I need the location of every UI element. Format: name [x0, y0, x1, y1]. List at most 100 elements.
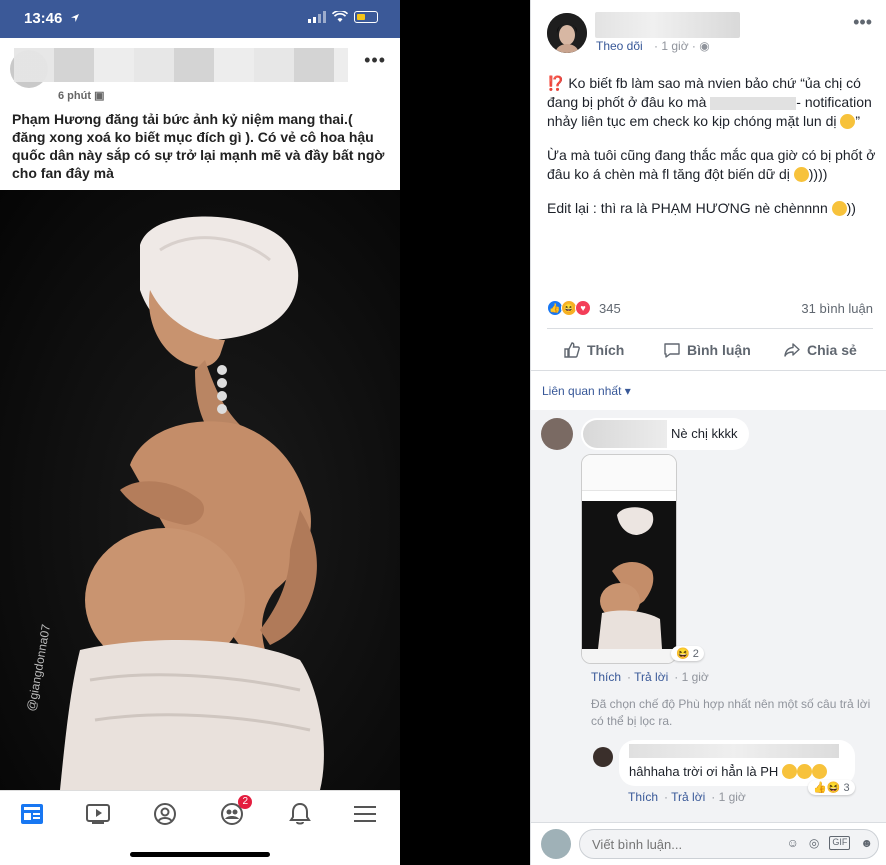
comments-section: Nè chị kkkk 😆 2 Thích · Trả lời · 1 giờ … — [531, 410, 886, 865]
replier-name-blurred[interactable] — [629, 744, 839, 758]
wifi-icon — [332, 11, 348, 22]
status-time: 13:46 — [24, 10, 63, 27]
post-paragraph-2: Ừa mà tuôi cũng đang thắc mắc qua giờ có… — [547, 147, 876, 182]
smile-emoji-icon — [793, 167, 809, 182]
battery-icon — [354, 11, 378, 23]
post-photo[interactable]: @giangdonna07 — [0, 190, 400, 790]
status-bar: 13:46 — [0, 0, 400, 38]
poster-name-blurred[interactable] — [595, 12, 740, 38]
comment-bubble-icon — [664, 343, 680, 358]
comment-bubble: Nè chị kkkk — [581, 418, 749, 450]
globe-icon: ◉ — [699, 39, 710, 53]
reaction-summary[interactable]: 👍 😆 ♥ 345 31 bình luận — [547, 300, 873, 320]
post-paragraph-3: Edit lại : thì ra là PHẠM HƯƠNG nè chènn… — [547, 200, 856, 216]
post-paragraph-1: ⁉️ Ko biết fb làm sao mà nvien bảo chứ “… — [547, 75, 872, 129]
home-indicator — [130, 852, 270, 857]
comment-button[interactable]: Bình luận — [663, 341, 751, 359]
nav-profile[interactable] — [145, 799, 185, 829]
mini-photo-illustration — [598, 507, 662, 649]
smile-emoji-icon — [831, 201, 847, 216]
reply-reaction-badge[interactable]: 👍😆 3 — [808, 780, 855, 795]
reply-reply-link[interactable]: Trả lời — [671, 790, 705, 804]
news-feed-icon — [21, 804, 43, 824]
reaction-count: 345 — [599, 301, 621, 316]
poster-avatar[interactable] — [547, 13, 587, 53]
love-reaction-icon: ♥ — [575, 300, 591, 316]
caret-down-icon: ▾ — [624, 384, 631, 398]
current-user-avatar[interactable] — [541, 829, 571, 859]
status-icons — [308, 11, 378, 23]
emoji-icon[interactable]: ☺ — [787, 836, 799, 850]
phone-screenshot: 13:46 6 phút ▣ ••• Phạm Hương đăng tải b… — [0, 0, 400, 865]
more-options-icon[interactable]: ••• — [364, 50, 386, 71]
post-time[interactable]: 1 giờ — [661, 39, 688, 53]
hamburger-menu-icon — [354, 806, 376, 822]
bell-icon — [289, 802, 311, 825]
sticker-icon[interactable]: ☻ — [860, 836, 873, 850]
nav-menu[interactable] — [345, 799, 385, 829]
divider — [547, 328, 873, 329]
follow-link[interactable]: Theo dõi — [596, 39, 643, 53]
reply-like-link[interactable]: Thích — [628, 790, 658, 804]
gif-icon[interactable]: GIF — [829, 836, 851, 850]
comment-attached-screenshot[interactable] — [581, 454, 677, 664]
thumbs-up-icon — [564, 342, 580, 358]
laughing-emoji-icon — [781, 764, 797, 779]
haha-reaction-icon: 😆 — [826, 782, 841, 794]
camera-icon[interactable]: ◎ — [809, 836, 819, 850]
phone-post-header: 6 phút ▣ ••• — [0, 38, 400, 103]
nav-news-feed[interactable] — [12, 799, 52, 829]
reaction-icons: 👍 😆 ♥ — [547, 300, 591, 316]
mini-post-header — [582, 455, 676, 491]
comment-actions: Thích · Trả lời · 1 giờ — [591, 670, 709, 684]
comment-sort-dropdown[interactable]: Liên quan nhất ▾ — [542, 384, 631, 398]
comment-time[interactable]: 1 giờ — [682, 670, 709, 684]
cell-signal-icon — [308, 11, 326, 23]
mini-post-photo — [582, 501, 676, 649]
reply-actions: Thích · Trả lời · 1 giờ — [628, 790, 746, 804]
comment-reaction-badge[interactable]: 😆 2 — [671, 646, 704, 661]
phone-post-time: 6 phút ▣ — [58, 90, 105, 102]
mini-nav-bar — [582, 649, 676, 663]
divider — [531, 370, 886, 371]
facebook-post: Theo dõi · 1 giờ · ◉ ••• ⁉️ Ko biết fb l… — [530, 0, 886, 865]
photo-illustration — [60, 216, 324, 790]
location-arrow-icon — [71, 14, 79, 22]
double-exclamation-icon: ⁉️ — [547, 75, 565, 91]
nav-groups[interactable]: 2 — [212, 795, 252, 829]
like-button[interactable]: Thích — [563, 341, 624, 359]
comment-text: Nè chị kkkk — [671, 426, 738, 441]
redacted-name — [710, 96, 797, 110]
commenter-name-blurred[interactable] — [583, 420, 667, 448]
share-button[interactable]: Chia sẻ — [783, 341, 857, 359]
reply-text: hâhhaha trời ơi hẳn là PH — [629, 764, 827, 779]
reply-avatar[interactable] — [593, 747, 613, 767]
comment-like-link[interactable]: Thích — [591, 670, 621, 684]
laughing-emoji-icon — [811, 764, 827, 779]
comment-input-tools: ☺ ◎ GIF ☻ — [787, 836, 873, 850]
post-actions: Thích Bình luận Chia sẻ — [547, 338, 873, 364]
haha-reaction-icon: 😆 — [676, 648, 690, 660]
watch-video-icon — [86, 804, 110, 824]
nav-watch[interactable] — [78, 799, 118, 829]
avatar-image — [547, 13, 587, 53]
reply-time[interactable]: 1 giờ — [719, 790, 746, 804]
like-reaction-icon: 👍 — [813, 782, 827, 794]
share-arrow-icon — [784, 343, 800, 357]
write-comment-row: ☺ ◎ GIF ☻ — [531, 822, 886, 865]
notification-badge: 2 — [238, 795, 252, 809]
more-options-icon[interactable]: ••• — [853, 12, 872, 33]
post-meta: · 1 giờ · ◉ — [654, 39, 710, 53]
profile-icon — [154, 803, 176, 825]
rofl-emoji-icon — [840, 114, 856, 129]
nav-notifications[interactable] — [280, 799, 320, 829]
comment-reply-link[interactable]: Trả lời — [634, 670, 668, 684]
phone-post-text: Phạm Hương đăng tải bức ảnh kỷ niệm mang… — [12, 111, 385, 181]
globe-icon: ▣ — [94, 90, 105, 102]
commenter-avatar[interactable] — [541, 418, 573, 450]
filter-notice: Đã chọn chế độ Phù hợp nhất nên một số c… — [591, 697, 871, 728]
author-name-blurred[interactable] — [14, 48, 348, 82]
comment-count-link[interactable]: 31 bình luận — [801, 301, 873, 316]
post-body: ⁉️ Ko biết fb làm sao mà nvien bảo chứ “… — [547, 74, 877, 233]
laughing-emoji-icon — [796, 764, 812, 779]
